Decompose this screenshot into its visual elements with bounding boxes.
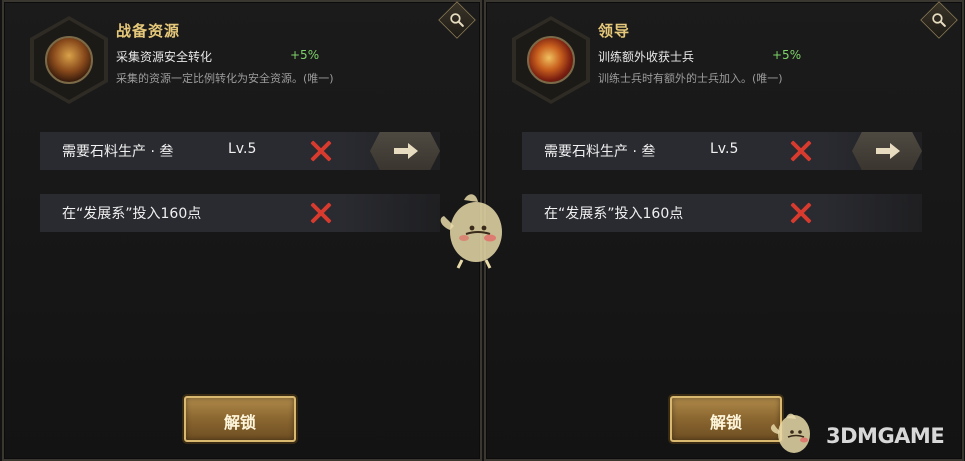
requirement-text: 在“发展系”投入160点 (62, 206, 202, 222)
skill-description: 采集的资源一定比例转化为安全资源。(唯一) (116, 72, 334, 85)
skill-panel-left: 战备资源 采集资源安全转化 +5% 采集的资源一定比例转化为安全资源。(唯一) … (2, 0, 482, 461)
leadership-fist-icon (527, 36, 575, 84)
resource-chest-icon (45, 36, 93, 84)
arrow-right-icon (394, 143, 418, 159)
unmet-x-icon (310, 202, 332, 224)
skill-panel-right: 领导 训练额外收获士兵 +5% 训练士兵时有额外的士兵加入。(唯一) 需要石料生… (484, 0, 964, 461)
site-watermark-text: 3DMGAME (826, 424, 945, 448)
zoom-button[interactable] (920, 1, 958, 39)
unlock-button-label: 解锁 (709, 413, 742, 432)
unlock-button-label: 解锁 (223, 413, 256, 432)
unmet-x-icon (790, 140, 812, 162)
requirement-level: Lv.5 (710, 141, 739, 157)
magnifier-icon (932, 13, 946, 27)
requirement-text: 需要石料生产 · 叁 (62, 144, 174, 160)
unlock-button[interactable]: 解锁 (184, 396, 296, 442)
zoom-button[interactable] (438, 1, 476, 39)
skill-description: 训练士兵时有额外的士兵加入。(唯一) (598, 72, 783, 85)
requirement-text: 在“发展系”投入160点 (544, 206, 684, 222)
requirement-row: 需要石料生产 · 叁 Lv.5 (40, 132, 440, 170)
skill-subtitle: 采集资源安全转化 (116, 50, 213, 64)
skill-title: 战备资源 (116, 22, 181, 40)
requirement-row: 需要石料生产 · 叁 Lv.5 (522, 132, 922, 170)
skill-bonus: +5% (772, 48, 802, 62)
skill-subtitle: 训练额外收获士兵 (598, 50, 695, 64)
requirement-level: Lv.5 (228, 141, 257, 157)
requirement-text: 需要石料生产 · 叁 (544, 144, 656, 160)
unmet-x-icon (310, 140, 332, 162)
mascot-watermark-icon (440, 194, 502, 269)
requirement-row: 在“发展系”投入160点 (40, 194, 440, 232)
arrow-right-icon (876, 143, 900, 159)
goto-requirement-button[interactable] (370, 132, 440, 170)
magnifier-icon (450, 13, 464, 27)
skill-bonus: +5% (290, 48, 320, 62)
skill-icon-frame (512, 16, 590, 104)
unmet-x-icon (790, 202, 812, 224)
requirement-row: 在“发展系”投入160点 (522, 194, 922, 232)
goto-requirement-button[interactable] (852, 132, 922, 170)
skill-icon-frame (30, 16, 108, 104)
unlock-button[interactable]: 解锁 (670, 396, 782, 442)
skill-title: 领导 (598, 22, 631, 40)
